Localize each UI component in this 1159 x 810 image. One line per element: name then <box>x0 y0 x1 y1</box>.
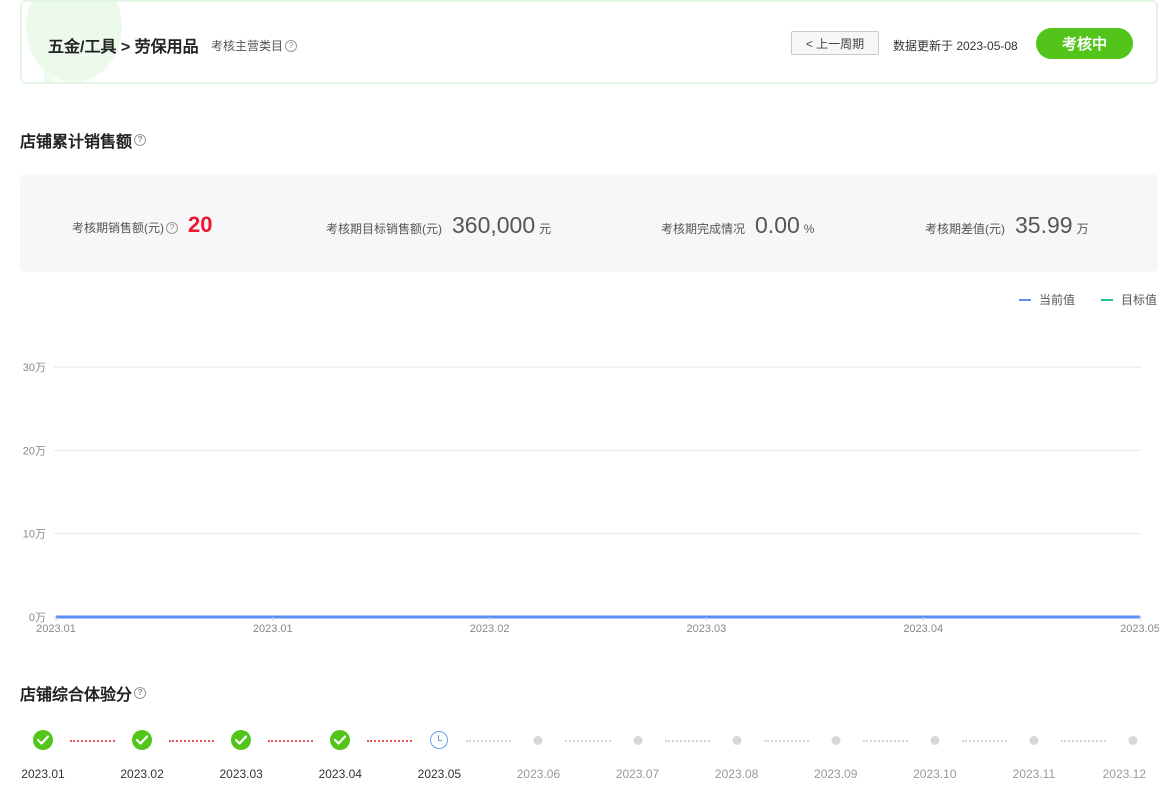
x-tick-label: 2023.01 <box>36 623 76 635</box>
metric-value: 20 <box>188 212 213 237</box>
y-tick-label: 30万 <box>23 362 46 374</box>
timeline-node-future[interactable] <box>533 730 543 745</box>
header-card: 五金/工具 > 劳保用品 考核主营类目 ? < 上一周期 数据更新于 2023-… <box>20 0 1158 84</box>
timeline-connector <box>862 740 908 742</box>
status-badge: 考核中 <box>1036 28 1133 59</box>
metric-completion: 考核期完成情况 0.00 % <box>661 212 814 239</box>
metric-target: 考核期目标销售额(元) 360,000 元 <box>326 212 551 239</box>
metric-unit: 万 <box>1076 222 1089 236</box>
timeline-node-future[interactable] <box>1128 730 1138 745</box>
check-icon <box>330 730 351 750</box>
timeline-connector <box>169 740 215 742</box>
dot-icon <box>930 736 940 745</box>
chart-legend: 当前值 目标值 <box>1019 292 1157 307</box>
x-tick-label: 2023.04 <box>903 623 943 635</box>
metric-unit: 元 <box>539 222 552 236</box>
timeline-connector <box>466 740 512 742</box>
y-tick-label: 10万 <box>23 529 46 541</box>
timeline-node-future[interactable] <box>1029 730 1039 745</box>
clock-icon <box>430 731 449 749</box>
timeline-month-label: 2023.01 <box>21 767 65 781</box>
timeline-node-done[interactable] <box>132 730 153 750</box>
timeline-month-label: 2023.12 <box>1102 767 1147 781</box>
metric-label: 考核期差值(元) <box>925 222 1005 236</box>
previous-period-button[interactable]: < 上一周期 <box>791 31 879 55</box>
metric-difference: 考核期差值(元) 35.99 万 <box>925 212 1089 239</box>
timeline-month-label: 2023.07 <box>615 767 660 781</box>
timeline-node-done[interactable] <box>231 730 252 750</box>
metric-unit: % <box>803 222 815 236</box>
timeline-node-future[interactable] <box>732 730 742 745</box>
legend-target[interactable]: 目标值 <box>1121 292 1157 307</box>
data-update-time: 数据更新于 2023-05-08 <box>893 39 1018 53</box>
timeline-month-label: 2023.02 <box>120 767 164 781</box>
timeline-month-label: 2023.11 <box>1012 767 1056 781</box>
metric-value: 0.00 <box>755 212 800 238</box>
breadcrumb: 五金/工具 > 劳保用品 <box>48 39 199 56</box>
sales-section-title: 店铺累计销售额 ? <box>20 128 147 152</box>
timeline-node-current[interactable] <box>430 730 449 749</box>
x-tick-label: 2023.03 <box>687 623 727 635</box>
timeline-connector <box>1060 740 1106 742</box>
x-tick-label: 2023.02 <box>470 623 510 635</box>
metric-value: 35.99 <box>1015 212 1073 238</box>
timeline-month-label: 2023.04 <box>318 767 362 781</box>
sales-section-title-text: 店铺累计销售额 <box>20 134 133 151</box>
timeline-month-label: 2023.08 <box>714 767 759 781</box>
category-label-text: 考核主营类目 <box>211 39 284 53</box>
timeline-connector <box>268 740 314 742</box>
metric-label-text: 考核期销售额(元) <box>72 221 164 235</box>
category-label: 考核主营类目 ? <box>211 37 298 54</box>
dot-icon <box>533 736 543 745</box>
sales-line-chart: 当前值 目标值 0万10万20万30万 2023.01 2023.01 2023.0… <box>23 292 1159 635</box>
timeline-connector <box>664 740 710 742</box>
metric-sales: 考核期销售额(元) ? 20 <box>72 212 212 238</box>
timeline-connector <box>70 740 116 742</box>
dot-icon <box>831 736 841 745</box>
help-icon[interactable]: ? <box>134 134 147 146</box>
timeline-month-label: 2023.10 <box>913 767 957 781</box>
metric-value: 360,000 <box>452 212 536 238</box>
check-icon <box>33 730 53 750</box>
timeline-connector <box>763 740 809 742</box>
experience-section-title: 店铺综合体验分 ? <box>20 681 147 705</box>
timeline-month-label: 2023.03 <box>219 767 263 781</box>
check-icon <box>231 730 252 750</box>
help-icon[interactable]: ? <box>166 221 178 234</box>
timeline-node-done[interactable] <box>33 730 53 750</box>
help-icon[interactable]: ? <box>134 687 147 699</box>
timeline-node-done[interactable] <box>330 730 351 750</box>
monthly-timeline: 2023.01 2023.02 2023.03 2023.04 2023.05 2023.… <box>0 720 1159 800</box>
x-tick-label: 2023.05 <box>1120 623 1159 635</box>
timeline-connector <box>961 740 1007 742</box>
x-tick-label: 2023.01 <box>253 623 293 635</box>
timeline-month-label: 2023.06 <box>516 767 561 781</box>
help-icon[interactable]: ? <box>285 39 298 52</box>
timeline-connector <box>367 740 413 742</box>
experience-section-title-text: 店铺综合体验分 <box>20 687 133 704</box>
timeline-month-label: 2023.09 <box>814 767 858 781</box>
metric-label: 考核期目标销售额(元) <box>326 222 442 236</box>
dot-icon <box>732 736 742 745</box>
dot-icon <box>633 736 643 745</box>
timeline-node-future[interactable] <box>633 730 643 745</box>
y-tick-label: 20万 <box>23 445 46 457</box>
metric-label: 考核期完成情况 <box>661 222 746 236</box>
dot-icon <box>1029 736 1039 745</box>
metrics-card: 考核期销售额(元) ? 20 考核期目标销售额(元) 360,000 元 考核期… <box>20 174 1158 272</box>
metric-label: 考核期销售额(元) ? <box>72 219 178 236</box>
dot-icon <box>1128 736 1138 745</box>
timeline-month-label: 2023.05 <box>417 767 462 781</box>
timeline-node-future[interactable] <box>831 730 841 745</box>
check-icon <box>132 730 153 750</box>
timeline-connector <box>565 740 611 742</box>
legend-current[interactable]: 当前值 <box>1039 292 1075 307</box>
timeline-node-future[interactable] <box>930 730 940 745</box>
